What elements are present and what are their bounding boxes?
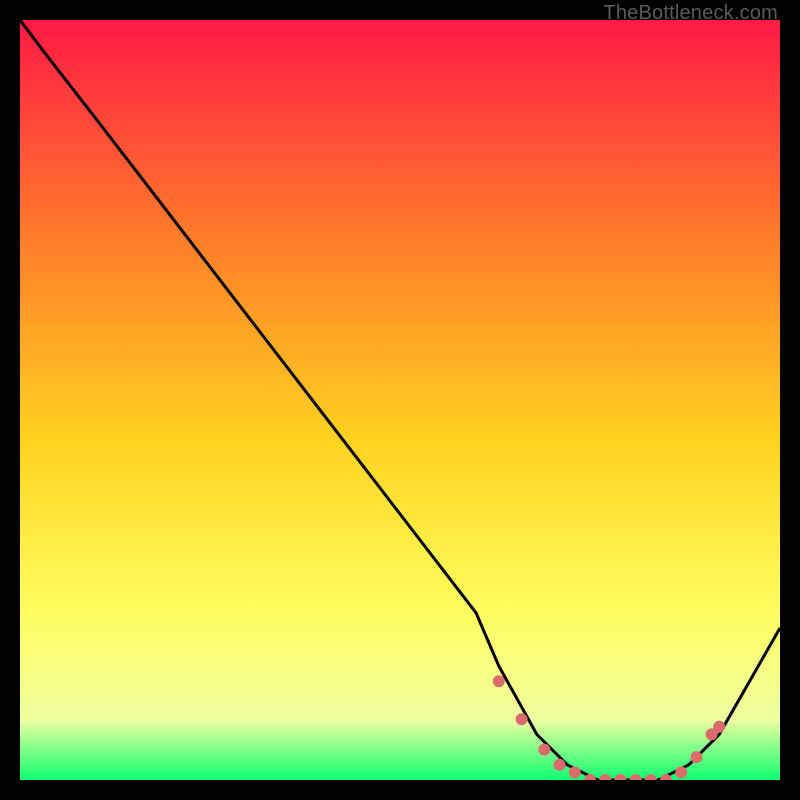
chart-stage: TheBottleneck.com <box>0 0 800 800</box>
marker-point <box>554 759 566 771</box>
marker-point <box>516 713 528 725</box>
marker-point <box>675 766 687 778</box>
marker-point <box>690 751 702 763</box>
attribution-label: TheBottleneck.com <box>603 2 778 25</box>
marker-point <box>713 721 725 733</box>
chart-plot-area <box>20 20 780 780</box>
marker-point <box>569 766 581 778</box>
gradient-background <box>20 20 780 780</box>
marker-point <box>493 675 505 687</box>
chart-svg <box>20 20 780 780</box>
marker-point <box>538 744 550 756</box>
